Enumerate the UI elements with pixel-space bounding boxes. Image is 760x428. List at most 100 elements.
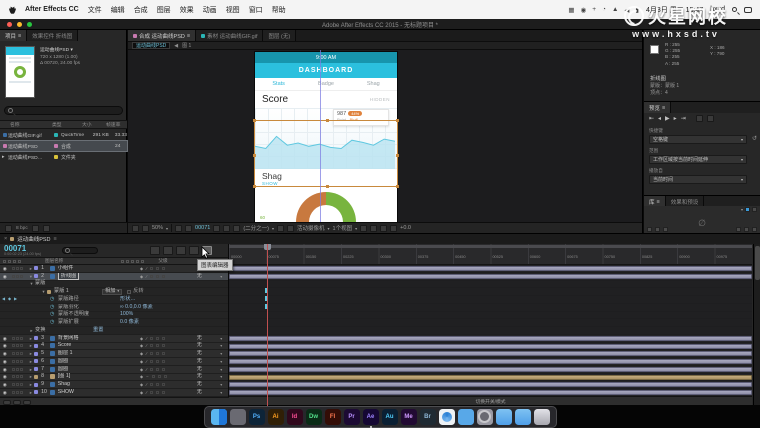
view-layout-select[interactable]: 1个视图 — [333, 224, 353, 232]
collaborate-icon[interactable] — [744, 227, 749, 232]
layer-name[interactable]: SHOW — [58, 389, 140, 396]
expand-arrow-icon[interactable]: ▾ — [28, 280, 35, 287]
layer-switches[interactable]: ◆− — [140, 373, 197, 380]
visibility-toggle[interactable]: ◉ — [0, 381, 10, 388]
label-chip[interactable] — [34, 266, 38, 270]
property-name[interactable]: 蒙版路径 — [58, 296, 120, 303]
visibility-toggle[interactable]: ◉ — [0, 350, 10, 357]
layer-track-bar[interactable] — [229, 344, 752, 349]
spotlight-search-icon[interactable] — [732, 7, 737, 12]
layer-track-bar-footage[interactable] — [229, 375, 752, 380]
layer-switches[interactable]: ◆∕ — [140, 265, 197, 272]
layer-name[interactable]: 折线图 — [58, 273, 80, 280]
sync-icon[interactable] — [736, 227, 741, 232]
layer-row-7[interactable]: ◉ ▸ 7 圆圈 ◆∕ 无 ▾ — [0, 366, 228, 374]
visibility-toggle[interactable]: ◉ — [0, 342, 10, 349]
menu-item[interactable]: 编辑 — [111, 5, 125, 15]
label-chip[interactable] — [34, 383, 38, 387]
shortcut-select[interactable]: 空格键▾ — [649, 135, 747, 144]
keyframe-navigator[interactable]: ◀ ◆ ▶ — [2, 296, 18, 303]
dock-photoshop-icon[interactable]: Ps — [249, 409, 265, 425]
layer-switches[interactable]: ◆∕ — [140, 381, 197, 388]
parent-select[interactable]: 无 — [197, 350, 220, 357]
pixel-aspect-icon[interactable] — [360, 225, 367, 232]
expand-inout-toggle[interactable] — [23, 400, 31, 405]
av-switches[interactable] — [10, 360, 28, 363]
frame-blending-icon[interactable] — [189, 246, 199, 255]
always-preview-icon[interactable] — [132, 225, 139, 232]
dock-safari-icon[interactable] — [439, 409, 455, 425]
draft-3d-icon[interactable] — [163, 246, 173, 255]
status-icon[interactable]: ▲ — [612, 6, 618, 14]
layer-row-8[interactable]: ◉ ▸ 8 [图 1] ◆− 无 ▾ — [0, 374, 228, 382]
panel-menu-icon[interactable]: ≡ — [18, 33, 21, 39]
parent-select[interactable]: 无 — [197, 358, 220, 365]
layer-name[interactable]: [图 1] — [58, 373, 140, 380]
camera-select[interactable]: 活动摄像机 — [297, 224, 325, 232]
menu-item[interactable]: 图层 — [157, 5, 171, 15]
av-switches[interactable] — [10, 275, 28, 278]
mask-path-row[interactable]: ◀ ◆ ▶ ◷ 蒙版路径 形状… — [0, 296, 228, 304]
tab-composition[interactable]: 合成 运动曲线PSD ≡ — [128, 30, 196, 41]
add-graphic-icon[interactable] — [647, 227, 652, 232]
layer-row-9[interactable]: ◉ ▸ 9 Shag ◆∕ 无 ▾ — [0, 381, 228, 389]
av-switches[interactable] — [10, 383, 28, 386]
expand-arrow-icon[interactable]: ▸ — [27, 373, 34, 380]
zoom-caret-icon[interactable]: ▾ — [166, 226, 168, 231]
dock-launchpad-icon[interactable] — [230, 409, 246, 425]
dock-after-effects-icon[interactable]: Ae — [363, 409, 379, 425]
menu-item[interactable]: 合成 — [134, 5, 148, 15]
project-item-label[interactable]: 运动曲线PSD… — [8, 154, 54, 161]
property-value[interactable]: 形状… — [120, 296, 136, 303]
project-item-name[interactable]: 运动曲线PSD — [40, 48, 69, 53]
project-row-folder[interactable]: ▸ 运动曲线PSD… 文件夹 — [0, 152, 127, 162]
visibility-toggle[interactable]: ◉ — [0, 358, 10, 365]
project-row-gif[interactable]: 运动曲线GIF.gif QuickTime 291 KB 33.33 — [0, 130, 127, 140]
layer-row-10[interactable]: ◉ ▸ 10 SHOW ◆∕ 无 ▾ — [0, 389, 228, 397]
av-switches[interactable] — [10, 375, 28, 378]
snapshot-icon[interactable] — [213, 225, 220, 232]
visibility-toggle[interactable]: ◉ — [0, 389, 10, 396]
composition-canvas[interactable]: 9:00 AM DASHBOARD Stats Badge Shag Score… — [128, 50, 642, 222]
property-name[interactable]: 蒙版扩展 — [58, 319, 120, 326]
mute-video-icon[interactable] — [696, 115, 703, 122]
visibility-toggle[interactable]: ◉ — [0, 265, 10, 272]
label-chip[interactable] — [34, 367, 38, 371]
layer-switches[interactable]: ◆∕ — [140, 389, 197, 396]
property-value[interactable]: 100% — [120, 311, 133, 318]
status-icon[interactable]: ◀ — [624, 6, 629, 14]
parent-select[interactable]: 无 — [197, 373, 220, 380]
dock-folder-downloads-icon[interactable] — [515, 409, 531, 425]
reset-shortcut-icon[interactable]: ↺ — [752, 135, 757, 142]
layer-row-6[interactable]: ◉ ▸ 6 圆圈 ◆∕ 无 ▾ — [0, 358, 228, 366]
dock-trash-icon[interactable] — [534, 409, 550, 425]
breadcrumb-sub[interactable]: 图 1 — [182, 42, 191, 49]
status-icon[interactable]: ◉ — [581, 6, 587, 14]
expand-arrow-icon[interactable]: ▸ — [27, 342, 34, 349]
dock-flash-icon[interactable]: Fl — [325, 409, 341, 425]
panel-menu-icon[interactable]: ≡ — [187, 33, 190, 39]
project-search-input[interactable] — [4, 106, 123, 115]
expand-arrow-icon[interactable]: ▾ — [27, 273, 34, 280]
layer-track-bar[interactable] — [229, 390, 752, 395]
mute-audio-icon[interactable] — [707, 115, 714, 122]
timeline-vertical-scrollbar[interactable] — [753, 244, 760, 406]
property-name[interactable]: 蒙版羽化 — [58, 304, 120, 311]
exposure-value[interactable]: +0.0 — [400, 225, 411, 231]
timeline-track-area[interactable]: 0000000075001500022500300003750045000525… — [229, 244, 752, 406]
composition-mini-flowchart-icon[interactable] — [150, 246, 160, 255]
magnification-icon[interactable] — [142, 225, 149, 232]
label-chip[interactable] — [34, 359, 38, 363]
mask-invert-checkbox[interactable]: 反转 — [127, 288, 143, 295]
column-switches[interactable] — [121, 260, 144, 263]
dock-dreamweaver-icon[interactable]: Dw — [306, 409, 322, 425]
list-view-icon[interactable] — [752, 207, 757, 212]
label-chip[interactable] — [34, 390, 38, 394]
current-frame[interactable]: 00071 — [195, 225, 210, 231]
panel-menu-icon[interactable]: ≡ — [54, 236, 57, 242]
parent-select[interactable]: 无 — [197, 273, 220, 280]
menubar-clock[interactable]: 4月3日 周三 15:47 — [646, 5, 703, 15]
parent-select[interactable]: 无 — [197, 342, 220, 349]
layer-name[interactable]: 圆圈 — [58, 358, 140, 365]
label-chip[interactable] — [34, 352, 38, 356]
